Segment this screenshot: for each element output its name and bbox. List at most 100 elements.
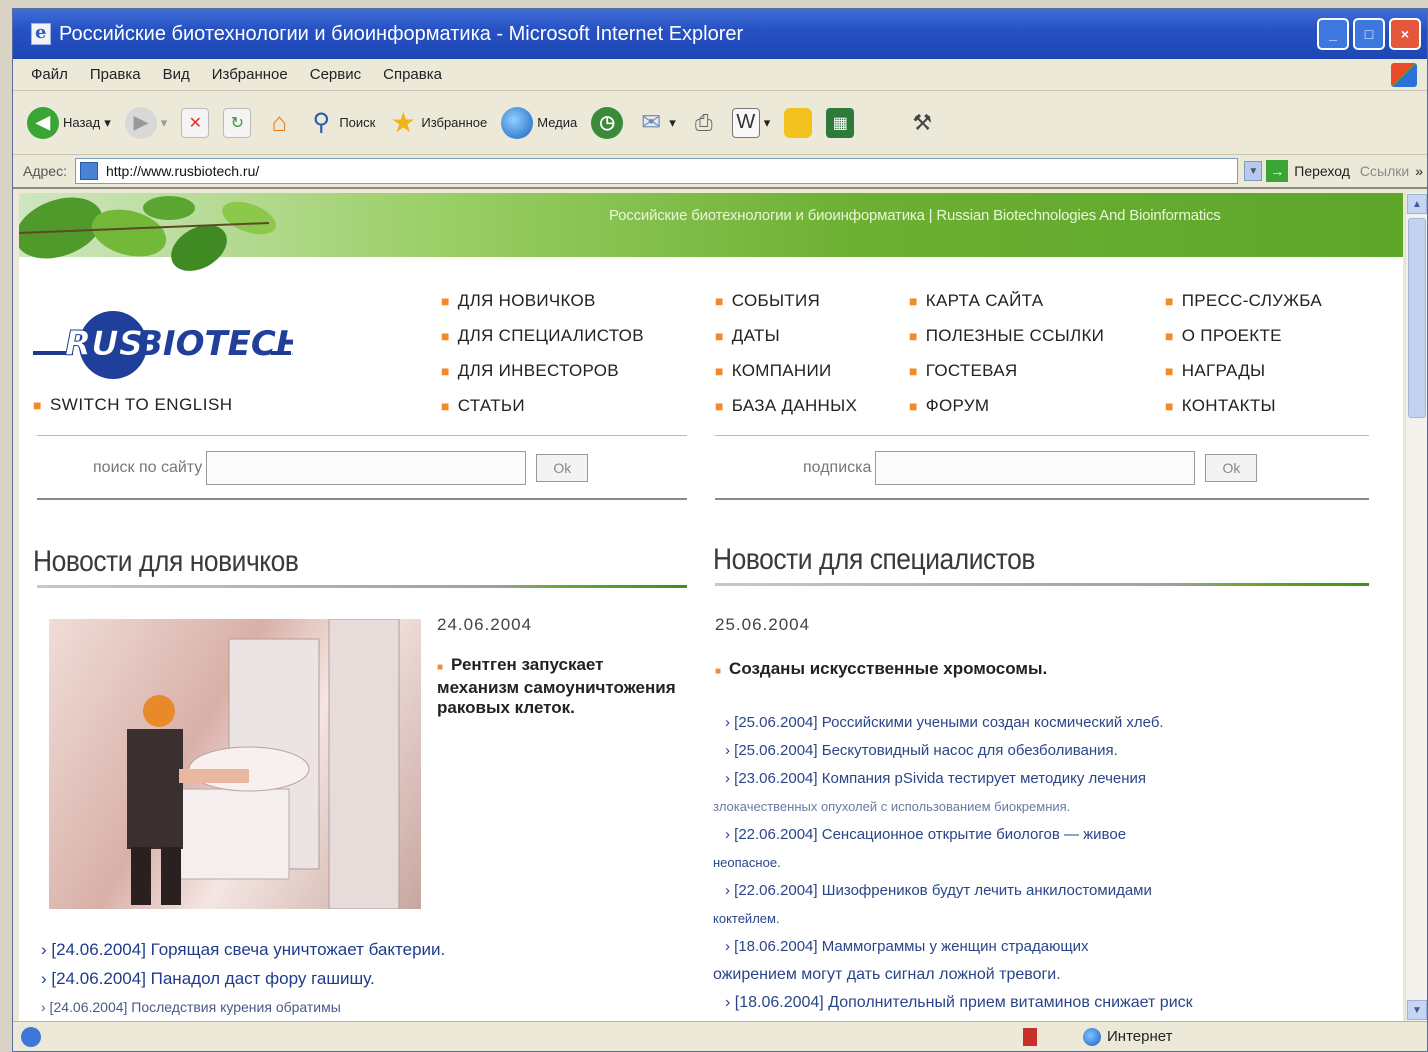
news-item[interactable]: › [18.06.2004] Дополнительный прием вита… bbox=[713, 989, 1193, 1017]
media-label: Медиа bbox=[537, 115, 578, 130]
maximize-button[interactable]: □ bbox=[1353, 18, 1385, 50]
banner-text: Российские биотехнологии и биоинформатик… bbox=[609, 207, 1221, 224]
search-button[interactable]: ⚲ Поиск bbox=[307, 108, 376, 138]
rusbiotech-logo[interactable]: RUS BIOTECH bbox=[33, 305, 293, 385]
news-item[interactable]: › [24.06.2004] Панадол даст фору гашишу. bbox=[41, 964, 445, 993]
forward-button[interactable]: ▶ ▾ bbox=[124, 106, 168, 139]
nav-link-events[interactable]: ■ СОБЫТИЯ bbox=[715, 291, 857, 326]
news-item[interactable]: › [25.06.2004] Российскими учеными созда… bbox=[713, 709, 1193, 737]
scroll-down-icon[interactable]: ▼ bbox=[1407, 1000, 1427, 1020]
nav-link-contacts[interactable]: ■ КОНТАКТЫ bbox=[1165, 396, 1322, 431]
edit-button[interactable]: W ▾ bbox=[731, 107, 771, 138]
nav-link-specialists[interactable]: ■ ДЛЯ СПЕЦИАЛИСТОВ bbox=[441, 326, 644, 361]
research-button[interactable]: ▦ bbox=[826, 107, 855, 138]
vertical-scrollbar[interactable]: ▲ ▼ bbox=[1405, 193, 1427, 1023]
title-bar[interactable]: Российские биотехнологии и биоинформатик… bbox=[13, 9, 1427, 59]
refresh-button[interactable]: ↻ bbox=[223, 107, 252, 138]
address-dropdown-icon[interactable]: ▼ bbox=[1244, 161, 1263, 181]
switch-label: SWITCH TO ENGLISH bbox=[49, 395, 233, 414]
news-item[interactable]: › [24.06.2004] Горящая свеча уничтожает … bbox=[41, 935, 445, 964]
news-item[interactable]: › [22.06.2004] Шизофреников будут лечить… bbox=[713, 877, 1193, 905]
back-button[interactable]: ◀ Назад ▾ bbox=[27, 106, 111, 139]
menu-view[interactable]: Вид bbox=[163, 66, 190, 83]
media-button[interactable]: Медиа bbox=[501, 106, 578, 139]
section-underline bbox=[715, 583, 1369, 586]
scroll-up-icon[interactable]: ▲ bbox=[1407, 194, 1427, 214]
mail-icon: ✉ bbox=[641, 109, 662, 136]
nav-link-investors[interactable]: ■ ДЛЯ ИНВЕСТОРОВ bbox=[441, 361, 644, 396]
nav-link-articles[interactable]: ■ СТАТЬИ bbox=[441, 396, 644, 431]
links-more-icon[interactable]: » bbox=[1415, 163, 1423, 179]
nav-link-sitemap[interactable]: ■ КАРТА САЙТА bbox=[909, 291, 1104, 326]
favorites-button[interactable]: ★ Избранное bbox=[389, 107, 488, 138]
nav-link-press[interactable]: ■ ПРЕСС-СЛУЖБА bbox=[1165, 291, 1322, 326]
go-button[interactable]: → Переход bbox=[1266, 160, 1350, 182]
nav-link-database[interactable]: ■ БАЗА ДАННЫХ bbox=[715, 396, 857, 431]
back-dropdown-icon[interactable]: ▾ bbox=[104, 115, 111, 131]
divider bbox=[715, 498, 1369, 500]
news-item-continued[interactable]: неопасное. bbox=[713, 849, 1193, 877]
search-ok-button[interactable]: Ok bbox=[536, 454, 589, 482]
menu-tools[interactable]: Сервис bbox=[310, 66, 361, 83]
forward-dropdown-icon[interactable]: ▾ bbox=[161, 115, 168, 131]
menu-edit[interactable]: Правка bbox=[90, 66, 141, 83]
menu-bar: Файл Правка Вид Избранное Сервис Справка bbox=[13, 59, 1427, 91]
news-item[interactable]: › [22.06.2004] Сенсационное открытие био… bbox=[713, 821, 1193, 849]
scroll-thumb[interactable] bbox=[1408, 218, 1426, 418]
address-bar: Адрес: http://www.rusbiotech.ru/ ▼ → Пер… bbox=[13, 155, 1427, 189]
news-item-continued[interactable]: злокачественных опухолей с использование… bbox=[713, 793, 1193, 821]
refresh-icon: ↻ bbox=[223, 107, 252, 138]
nav-link-guestbook[interactable]: ■ ГОСТЕВАЯ bbox=[909, 361, 1104, 396]
news-item[interactable]: › [18.06.2004] Маммограммы у женщин стра… bbox=[713, 933, 1193, 961]
globe-icon bbox=[1083, 1027, 1101, 1046]
subscribe-ok-button[interactable]: Ok bbox=[1205, 454, 1258, 482]
stop-button[interactable]: ✕ bbox=[181, 107, 210, 138]
edit-dropdown-icon[interactable]: ▾ bbox=[764, 115, 771, 131]
favorites-label: Избранное bbox=[421, 115, 488, 130]
messenger-icon bbox=[784, 107, 813, 138]
beginners-headline[interactable]: ■ Рентген запускает механизм самоуничтоже… bbox=[437, 655, 677, 718]
specialists-headline[interactable]: ■ Созданы искусственные хромосомы. bbox=[715, 659, 1375, 682]
star-icon: ★ bbox=[390, 107, 416, 138]
menu-file[interactable]: Файл bbox=[31, 66, 68, 83]
switch-to-english-link[interactable]: ■ SWITCH TO ENGLISH bbox=[33, 395, 233, 415]
home-button[interactable]: ⌂ bbox=[265, 107, 293, 138]
page-content: Российские биотехнологии и биоинформатик… bbox=[19, 193, 1403, 1023]
subscribe-input[interactable] bbox=[875, 451, 1196, 485]
nav-link-dates[interactable]: ■ ДАТЫ bbox=[715, 326, 857, 361]
subscribe-label: подписка bbox=[803, 459, 872, 476]
nav-link-about[interactable]: ■ О ПРОЕКТЕ bbox=[1165, 326, 1322, 361]
address-input[interactable]: http://www.rusbiotech.ru/ bbox=[74, 158, 1239, 184]
news-item[interactable]: › [23.06.2004] Компания pSivida тестируе… bbox=[713, 765, 1193, 793]
nav-column-2: ■ СОБЫТИЯ ■ ДАТЫ ■ КОМПАНИИ ■ БАЗА ДАННЫХ bbox=[715, 291, 857, 431]
nav-link-awards[interactable]: ■ НАГРАДЫ bbox=[1165, 361, 1322, 396]
beginners-news-title: Новости для новичков bbox=[33, 545, 299, 578]
nav-link-useful-links[interactable]: ■ ПОЛЕЗНЫЕ ССЫЛКИ bbox=[909, 326, 1104, 361]
xray-machine-image bbox=[127, 619, 400, 909]
address-label: Адрес: bbox=[23, 163, 67, 179]
news-item[interactable]: › [25.06.2004] Бескутовидный насос для о… bbox=[713, 737, 1193, 765]
nav-link-companies[interactable]: ■ КОМПАНИИ bbox=[715, 361, 857, 396]
back-label: Назад bbox=[63, 115, 101, 130]
news-item-continued[interactable]: ожирением могут дать сигнал ложной трево… bbox=[713, 961, 1193, 989]
close-button[interactable]: × bbox=[1389, 18, 1421, 50]
news-item[interactable]: › [24.06.2004] Последствия курения обрат… bbox=[41, 993, 445, 1022]
nav-link-forum[interactable]: ■ ФОРУМ bbox=[909, 396, 1104, 431]
specialists-news-title: Новости для специалистов bbox=[713, 543, 1035, 576]
menu-favorites[interactable]: Избранное bbox=[212, 66, 288, 83]
messenger-button[interactable] bbox=[784, 107, 813, 138]
menu-help[interactable]: Справка bbox=[383, 66, 442, 83]
mail-dropdown-icon[interactable]: ▾ bbox=[669, 115, 676, 131]
minimize-button[interactable]: _ bbox=[1317, 18, 1349, 50]
news-photo[interactable] bbox=[49, 619, 421, 909]
search-input[interactable] bbox=[206, 451, 527, 485]
news-item-continued[interactable]: коктейлем. bbox=[713, 905, 1193, 933]
mail-button[interactable]: ✉ ▾ bbox=[637, 108, 676, 138]
extra-tool-button[interactable]: ⚒ bbox=[908, 108, 936, 138]
links-button[interactable]: Ссылки bbox=[1360, 163, 1409, 179]
print-button[interactable]: ⎙ bbox=[690, 108, 718, 138]
media-globe-icon bbox=[501, 106, 534, 139]
history-button[interactable]: ◷ bbox=[591, 106, 624, 139]
go-arrow-icon: → bbox=[1266, 160, 1289, 182]
nav-link-beginners[interactable]: ■ ДЛЯ НОВИЧКОВ bbox=[441, 291, 644, 326]
